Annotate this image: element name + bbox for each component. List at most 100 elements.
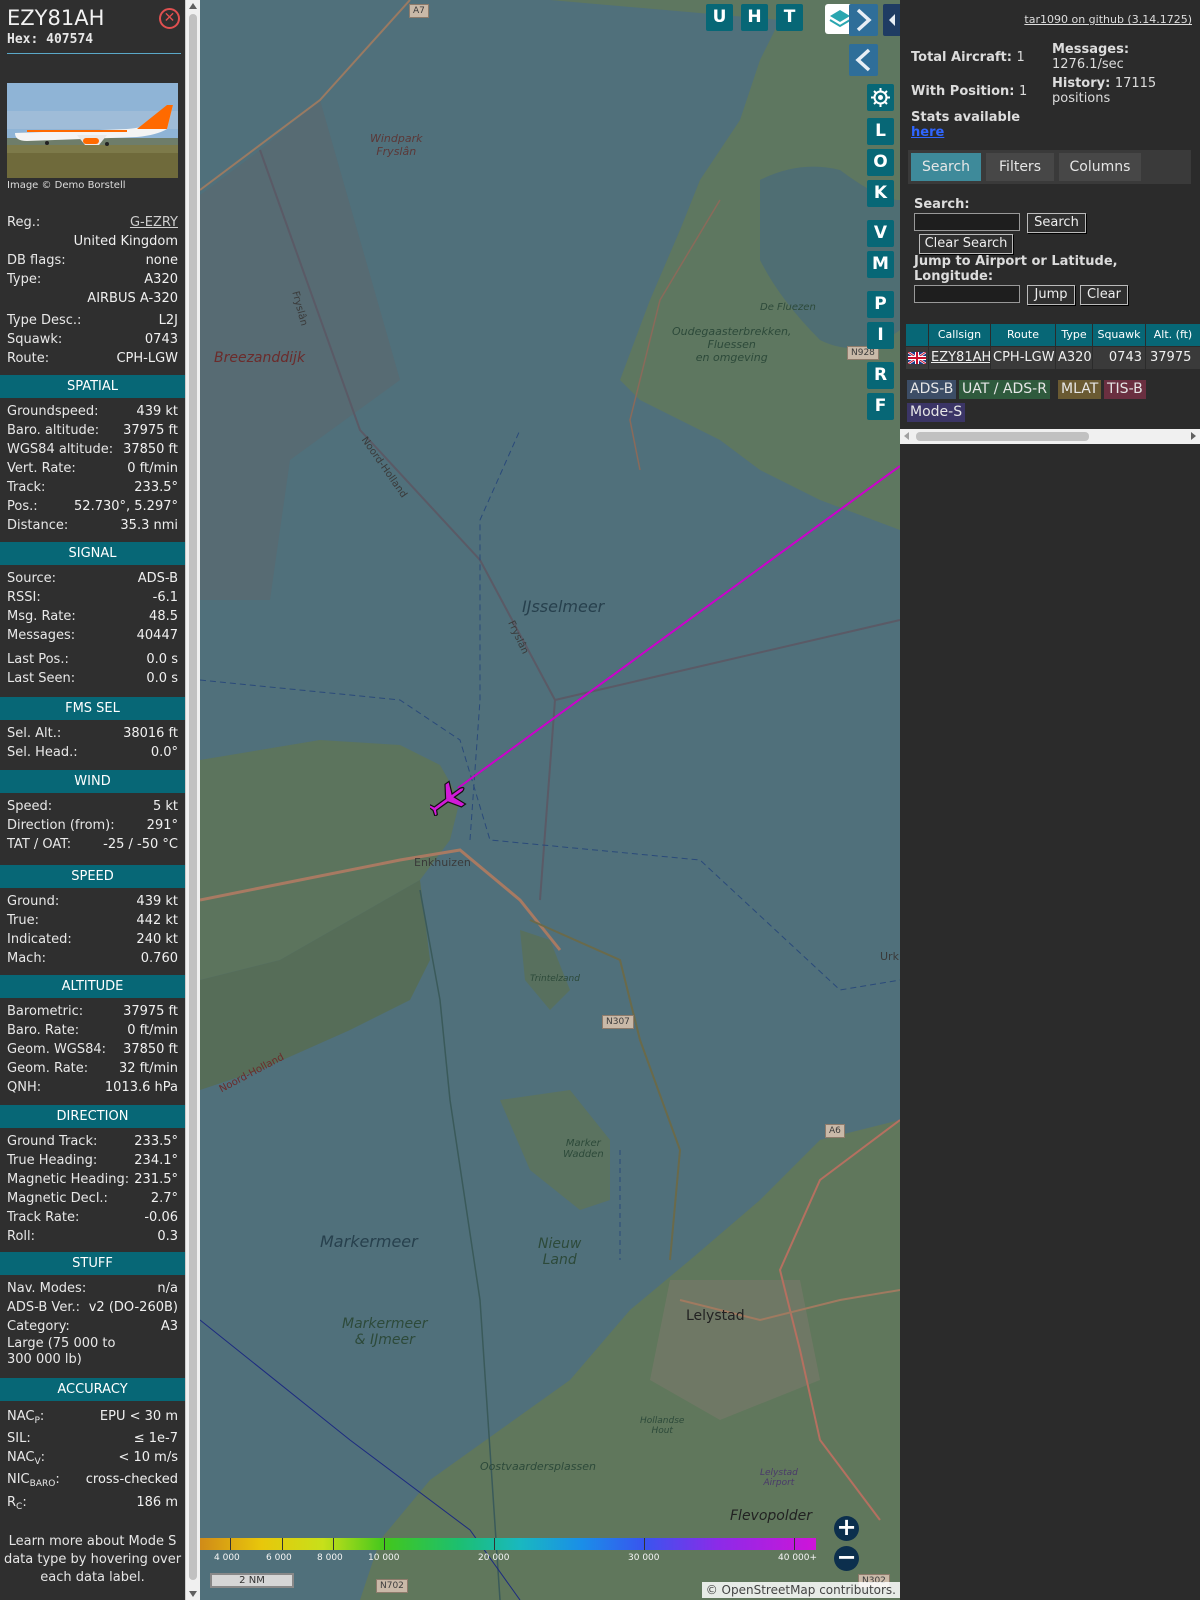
- col-header-type[interactable]: Type: [1056, 324, 1092, 346]
- spatial-row: Vert. Rate: 0 ft/min: [7, 459, 178, 478]
- table-cell-route[interactable]: CPH-LGW: [991, 347, 1055, 369]
- signal-label: RSSI:: [7, 590, 41, 605]
- altitude-row: QNH: 1013.6 hPa: [7, 1078, 178, 1097]
- legend-mode-s[interactable]: Mode-S: [907, 403, 966, 422]
- altitude-scale-label: 4 000: [214, 1553, 240, 1563]
- stats-label: Stats available: [911, 110, 1021, 125]
- close-icon[interactable]: ✕: [159, 8, 180, 29]
- road-shield-n307: N307: [602, 1015, 634, 1029]
- aircraft-photo[interactable]: [7, 83, 178, 178]
- altitude-scale-label: 20 000: [478, 1553, 510, 1563]
- stat-history-label: History:: [1052, 76, 1111, 91]
- toolbar-button-u[interactable]: U: [706, 4, 733, 31]
- source-link[interactable]: tar1090 on github (3.14.1725): [1024, 13, 1192, 26]
- registration-link[interactable]: G-EZRY: [130, 213, 178, 232]
- col-header-route[interactable]: Route: [991, 324, 1055, 346]
- stuff-row: Large (75 000 to 300 000 lb): [7, 1336, 178, 1370]
- wind-value: 291°: [146, 818, 178, 833]
- map-attribution[interactable]: © OpenStreetMap contributors.: [701, 1582, 900, 1598]
- table-cell-altitude[interactable]: 37975: [1146, 347, 1200, 369]
- table-cell-squawk[interactable]: 0743: [1093, 347, 1145, 369]
- map-view[interactable]: Windpark Fryslân Breezanddijk Fryslân No…: [200, 0, 900, 1600]
- legend-uat-ads-r[interactable]: UAT / ADS-R: [959, 380, 1050, 399]
- legend-ads-b[interactable]: ADS-B: [907, 380, 957, 399]
- spatial-row: Baro. altitude: 37975 ft: [7, 421, 178, 440]
- horizontal-scrollbar-thumb[interactable]: [916, 432, 1089, 441]
- toolbar-button-h[interactable]: H: [741, 4, 768, 31]
- section-header-signal: SIGNAL: [0, 542, 185, 565]
- jump-button[interactable]: Jump: [1027, 285, 1075, 305]
- stats-link[interactable]: here: [911, 125, 944, 140]
- accuracy-value: 186 m: [136, 1495, 178, 1510]
- direction-value: 0.3: [157, 1229, 178, 1244]
- side-button-f[interactable]: F: [867, 393, 894, 420]
- toolbar-button-t[interactable]: T: [776, 4, 803, 31]
- section-header-stuff: STUFF: [0, 1252, 185, 1275]
- side-button-o[interactable]: O: [867, 149, 894, 176]
- scroll-down-icon[interactable]: [189, 1591, 197, 1597]
- altitude-label: Geom. WGS84:: [7, 1042, 107, 1057]
- zoom-out-button[interactable]: −: [834, 1545, 859, 1571]
- legend-mlat[interactable]: MLAT: [1058, 380, 1102, 399]
- stat-messages-value: 1276.1/sec: [1052, 57, 1124, 72]
- tab-search[interactable]: Search: [911, 153, 981, 181]
- info-row: Type: A320: [7, 270, 178, 289]
- spatial-value: 439 kt: [136, 404, 178, 419]
- col-header-flag[interactable]: [906, 324, 928, 346]
- fms-label: Sel. Alt.:: [7, 726, 62, 741]
- collapse-sidebar-button[interactable]: [849, 44, 878, 76]
- section-header-altitude: ALTITUDE: [0, 975, 185, 998]
- scroll-up-icon[interactable]: [189, 3, 197, 9]
- stat-messages-label: Messages:: [1052, 42, 1130, 57]
- zoom-in-button[interactable]: +: [834, 1515, 859, 1541]
- settings-button[interactable]: [867, 84, 894, 111]
- signal-label: Source:: [7, 571, 57, 586]
- toggle-panel-button[interactable]: [883, 4, 900, 36]
- uk-flag-icon: [907, 351, 927, 365]
- side-button-r[interactable]: R: [867, 362, 894, 389]
- legend-tis-b[interactable]: TIS-B: [1104, 380, 1146, 399]
- signal-value: 48.5: [149, 609, 178, 624]
- section-header-accuracy: ACCURACY: [0, 1378, 185, 1401]
- jump-input[interactable]: [914, 285, 1020, 303]
- direction-label: Ground Track:: [7, 1134, 98, 1149]
- table-cell-callsign[interactable]: EZY81AH: [929, 347, 990, 369]
- table-cell-type[interactable]: A320: [1056, 347, 1092, 369]
- accuracy-label-sub: BARO: [29, 1479, 56, 1489]
- accuracy-row: NACP: EPU < 30 m: [7, 1407, 178, 1426]
- speed-row: Indicated: 240 kt: [7, 930, 178, 949]
- scrollbar-thumb[interactable]: [189, 14, 197, 1580]
- stuff-label: ADS-B Ver.:: [7, 1300, 80, 1315]
- search-button[interactable]: Search: [1027, 213, 1086, 233]
- side-button-l[interactable]: L: [867, 118, 894, 145]
- scroll-right-icon[interactable]: [1191, 432, 1196, 440]
- col-header-callsign[interactable]: Callsign: [929, 324, 990, 346]
- search-input[interactable]: [914, 213, 1020, 231]
- tab-filters[interactable]: Filters: [986, 153, 1054, 181]
- map-label-trintelzand: Trintelzand: [530, 974, 580, 984]
- tab-columns[interactable]: Columns: [1059, 153, 1141, 181]
- sidebar-scrollbar[interactable]: [185, 0, 200, 1600]
- col-header-squawk[interactable]: Squawk: [1093, 324, 1145, 346]
- col-header-altitude[interactable]: Alt. (ft): [1146, 324, 1200, 346]
- stat-total-aircraft-value: 1: [1016, 50, 1025, 65]
- side-button-m[interactable]: M: [867, 251, 894, 278]
- side-button-p[interactable]: P: [867, 291, 894, 318]
- clear-button[interactable]: Clear: [1080, 285, 1128, 305]
- table-horizontal-scrollbar[interactable]: [900, 429, 1200, 444]
- expand-sidebar-button[interactable]: [849, 4, 878, 36]
- spatial-row: Distance: 35.3 nmi: [7, 516, 178, 535]
- accuracy-row: SIL: ≤ 1e-7: [7, 1429, 178, 1448]
- side-button-v[interactable]: V: [867, 220, 894, 247]
- side-button-i[interactable]: I: [867, 322, 894, 349]
- clear-search-button[interactable]: Clear Search: [919, 234, 1013, 254]
- signal-row: Last Seen: 0.0 s: [7, 669, 178, 688]
- altitude-label: QNH:: [7, 1080, 42, 1095]
- table-row-flag[interactable]: [906, 347, 928, 369]
- map-label-breezanddijk: Breezanddijk: [214, 350, 306, 366]
- stuff-row: Category: A3: [7, 1317, 178, 1336]
- scroll-left-icon[interactable]: [904, 432, 909, 440]
- stat-with-position-value: 1: [1019, 84, 1028, 99]
- side-button-k[interactable]: K: [867, 180, 894, 207]
- aircraft-icon[interactable]: [430, 780, 470, 816]
